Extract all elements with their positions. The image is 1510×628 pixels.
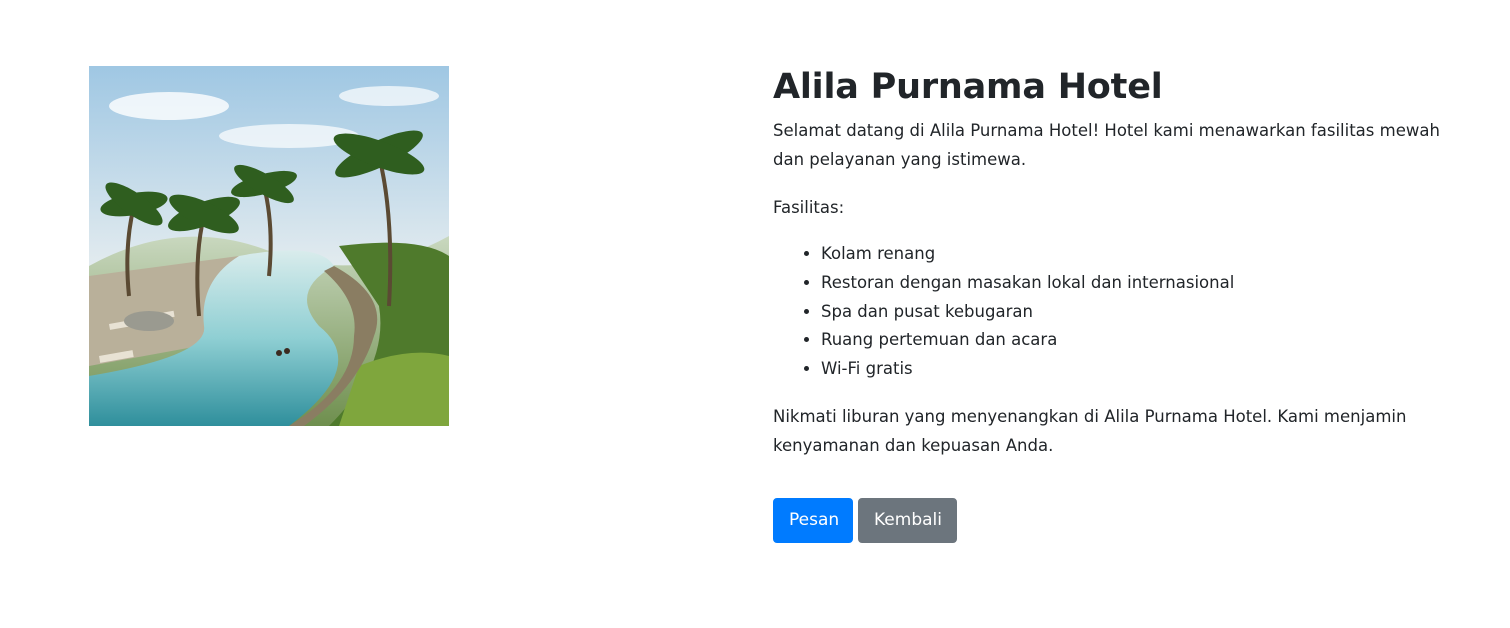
facilities-label: Fasilitas: (773, 198, 845, 217)
hotel-detail-page: Alila Purnama Hotel Selamat datang di Al… (0, 0, 1510, 628)
hotel-closing: Nikmati liburan yang menyenangkan di Ali… (773, 406, 1407, 455)
facility-item: Wi-Fi gratis (821, 355, 1453, 384)
back-button[interactable]: Kembali (858, 497, 957, 543)
facility-item: Ruang pertemuan dan acara (821, 326, 1453, 355)
hotel-info: Alila Purnama Hotel Selamat datang di Al… (773, 66, 1453, 543)
book-button[interactable]: Pesan (773, 497, 853, 543)
action-buttons: Pesan Kembali (773, 497, 1453, 543)
facility-item: Restoran dengan masakan lokal dan intern… (821, 269, 1453, 298)
hotel-photo (89, 66, 449, 426)
hotel-intro: Selamat datang di Alila Purnama Hotel! H… (773, 121, 1440, 169)
facility-item: Spa dan pusat kebugaran (821, 298, 1453, 327)
hotel-name: Alila Purnama Hotel (773, 67, 1163, 107)
facility-list: Kolam renang Restoran dengan masakan lok… (773, 240, 1453, 384)
facility-item: Kolam renang (821, 240, 1453, 269)
